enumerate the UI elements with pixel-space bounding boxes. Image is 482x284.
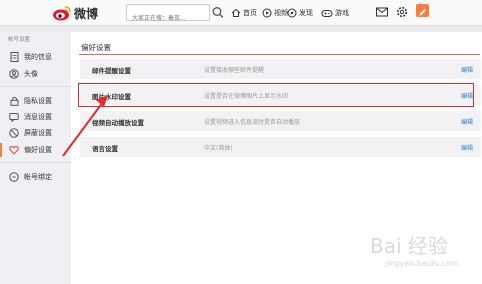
sidebar-item-label: 我的信息 bbox=[24, 53, 52, 61]
edit-link[interactable]: 编辑 bbox=[461, 65, 473, 74]
weibo-logo[interactable]: 微博 bbox=[52, 4, 98, 22]
setting-label: 邮件提醒设置 bbox=[92, 67, 131, 75]
baidu-watermark: Bai 经验 bbox=[370, 234, 448, 258]
sidebar-item-label: 消息设置 bbox=[24, 113, 52, 121]
page-title: 偏好设置 bbox=[81, 43, 111, 52]
edit-link[interactable]: 编辑 bbox=[461, 143, 473, 152]
game-icon bbox=[321, 10, 333, 17]
mail-icon[interactable] bbox=[375, 5, 389, 19]
video-icon bbox=[262, 8, 272, 18]
gear-icon[interactable] bbox=[395, 5, 409, 19]
compass-icon bbox=[287, 8, 297, 18]
title-underline bbox=[79, 54, 480, 55]
message-icon bbox=[9, 112, 19, 122]
baidu-watermark-url: jingyan.baidu.com bbox=[385, 259, 459, 268]
search-input[interactable] bbox=[127, 11, 209, 26]
document-icon bbox=[9, 52, 19, 62]
heart-icon bbox=[9, 145, 19, 155]
sidebar-item-label: 偏好设置 bbox=[24, 146, 52, 154]
sidebar-item-account-binding[interactable]: 帐号绑定 bbox=[0, 170, 71, 184]
nav-discover[interactable]: 发现 bbox=[287, 5, 313, 21]
nav-discover-label: 发现 bbox=[299, 9, 313, 17]
nav-game[interactable]: 游戏 bbox=[321, 5, 349, 21]
sidebar-item-privacy[interactable]: 隐私设置 bbox=[0, 94, 71, 108]
nav-home-label: 首页 bbox=[243, 9, 257, 17]
home-icon bbox=[231, 8, 241, 17]
setting-description: 中文(简体) bbox=[204, 145, 233, 152]
nav-video[interactable]: 视频 bbox=[262, 5, 288, 21]
user-icon bbox=[9, 69, 19, 79]
setting-row-video-autoplay: 视频自动播放设置 设置视频进入信息流时是否自动播放 编辑 bbox=[80, 111, 481, 131]
sidebar-item-block[interactable]: 屏蔽设置 bbox=[0, 126, 71, 140]
edit-link[interactable]: 编辑 bbox=[461, 117, 473, 126]
block-icon bbox=[9, 128, 19, 138]
sidebar-item-label: 屏蔽设置 bbox=[24, 129, 52, 137]
sidebar-divider bbox=[0, 86, 71, 87]
sidebar-divider bbox=[0, 162, 71, 163]
nav-game-label: 游戏 bbox=[335, 9, 349, 17]
search-icon[interactable] bbox=[211, 5, 225, 20]
sidebar-section-title: 帐号设置 bbox=[8, 37, 31, 43]
nav-home[interactable]: 首页 bbox=[231, 5, 257, 21]
setting-description: 设置接收哪些邮件提醒 bbox=[204, 67, 265, 74]
sidebar-item-label: 隐私设置 bbox=[24, 97, 52, 105]
highlight-box bbox=[78, 83, 474, 107]
sidebar-item-preferences[interactable]: 偏好设置 bbox=[0, 143, 71, 157]
sidebar-item-messages[interactable]: 消息设置 bbox=[0, 110, 71, 124]
setting-description: 设置视频进入信息流时是否自动播放 bbox=[204, 119, 301, 126]
active-indicator bbox=[0, 143, 2, 157]
setting-row-language: 语言设置 中文(简体) 编辑 bbox=[80, 137, 481, 157]
weibo-eye-icon bbox=[53, 6, 71, 21]
link-icon bbox=[9, 172, 19, 182]
sidebar-item-avatar[interactable]: 头像 bbox=[0, 67, 71, 81]
nav-video-label: 视频 bbox=[274, 9, 288, 17]
sidebar-item-label: 帐号绑定 bbox=[24, 173, 52, 181]
sidebar-item-my-info[interactable]: 我的信息 bbox=[0, 50, 71, 64]
brand-name: 微博 bbox=[74, 6, 99, 21]
sidebar-item-label: 头像 bbox=[24, 70, 38, 78]
setting-label: 视频自动播放设置 bbox=[92, 119, 144, 127]
search-box[interactable] bbox=[126, 4, 210, 26]
compose-button[interactable] bbox=[416, 4, 429, 17]
setting-label: 语言设置 bbox=[92, 145, 118, 153]
lock-icon bbox=[9, 96, 19, 106]
setting-row-email: 邮件提醒设置 设置接收哪些邮件提醒 编辑 bbox=[80, 59, 481, 79]
top-bar: 微博 首页 视频 发现 游戏 bbox=[0, 0, 482, 26]
pencil-icon bbox=[419, 9, 426, 16]
settings-sidebar: 帐号设置 我的信息 头像 隐私设置 消息设置 屏蔽设置 偏好设置 帐号绑定 bbox=[0, 32, 71, 284]
